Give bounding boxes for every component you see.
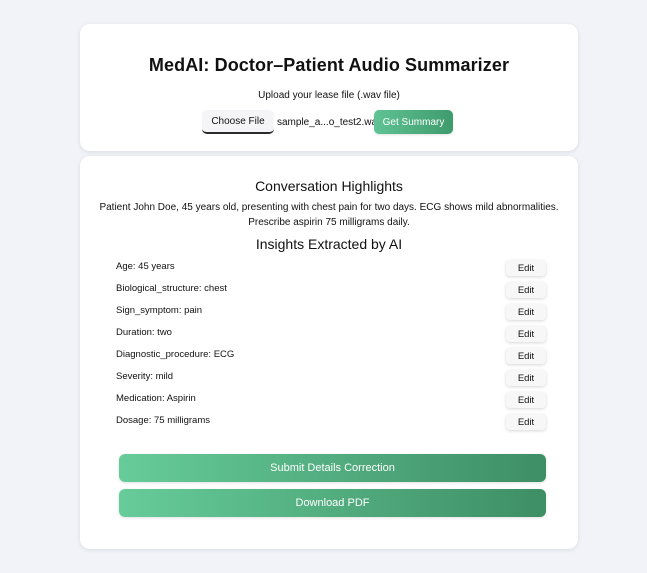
get-summary-button[interactable]: Get Summary xyxy=(374,110,453,134)
edit-severity-button[interactable]: Edit xyxy=(506,370,546,386)
insights-title: Insights Extracted by AI xyxy=(255,236,403,252)
insight-label: Sign_symptom: pain xyxy=(116,305,203,316)
upload-card: MedAI: Doctor–Patient Audio Summarizer U… xyxy=(80,24,578,151)
file-upload-row: Choose File sample_a...o_test2.wav Get S… xyxy=(202,109,453,135)
insight-row-duration: Duration: two Edit xyxy=(116,324,546,346)
insight-row-sign-symptom: Sign_symptom: pain Edit xyxy=(116,302,546,324)
edit-dosage-button[interactable]: Edit xyxy=(506,414,546,430)
insight-row-dosage: Dosage: 75 milligrams Edit xyxy=(116,412,546,434)
insight-row-biological-structure: Biological_structure: chest Edit xyxy=(116,280,546,302)
insight-label: Dosage: 75 milligrams xyxy=(116,415,210,426)
highlights-line-1: Patient John Doe, 45 years old, presenti… xyxy=(99,202,559,213)
insight-label: Duration: two xyxy=(116,327,172,338)
insight-label: Diagnostic_procedure: ECG xyxy=(116,349,235,360)
insight-label: Medication: Aspirin xyxy=(116,393,196,404)
highlights-title: Conversation Highlights xyxy=(255,178,403,194)
edit-duration-button[interactable]: Edit xyxy=(506,326,546,342)
insight-row-age: Age: 45 years Edit xyxy=(116,258,546,280)
selected-file-name: sample_a...o_test2.wav xyxy=(277,116,383,128)
highlights-line-2: Prescribe aspirin 75 milligrams daily. xyxy=(248,216,410,228)
submit-details-correction-button[interactable]: Submit Details Correction xyxy=(119,454,546,482)
app-title: MedAI: Doctor–Patient Audio Summarizer xyxy=(148,55,510,75)
insight-row-severity: Severity: mild Edit xyxy=(116,368,546,390)
choose-file-button[interactable]: Choose File xyxy=(202,110,274,134)
edit-age-button[interactable]: Edit xyxy=(506,260,546,276)
results-card: Conversation Highlights Patient John Doe… xyxy=(80,156,578,549)
insight-label: Age: 45 years xyxy=(116,261,175,272)
insights-list: Age: 45 years Edit Biological_structure:… xyxy=(116,258,546,434)
upload-label: Upload your lease file (.wav file) xyxy=(258,90,400,101)
edit-medication-button[interactable]: Edit xyxy=(506,392,546,408)
insight-row-medication: Medication: Aspirin Edit xyxy=(116,390,546,412)
insight-row-diagnostic-procedure: Diagnostic_procedure: ECG Edit xyxy=(116,346,546,368)
insight-label: Biological_structure: chest xyxy=(116,283,227,294)
edit-biological-structure-button[interactable]: Edit xyxy=(506,282,546,298)
highlights-text: Patient John Doe, 45 years old, presenti… xyxy=(80,201,578,230)
edit-sign-symptom-button[interactable]: Edit xyxy=(506,304,546,320)
insight-label: Severity: mild xyxy=(116,371,174,382)
edit-diagnostic-procedure-button[interactable]: Edit xyxy=(506,348,546,364)
download-pdf-button[interactable]: Download PDF xyxy=(119,489,546,517)
